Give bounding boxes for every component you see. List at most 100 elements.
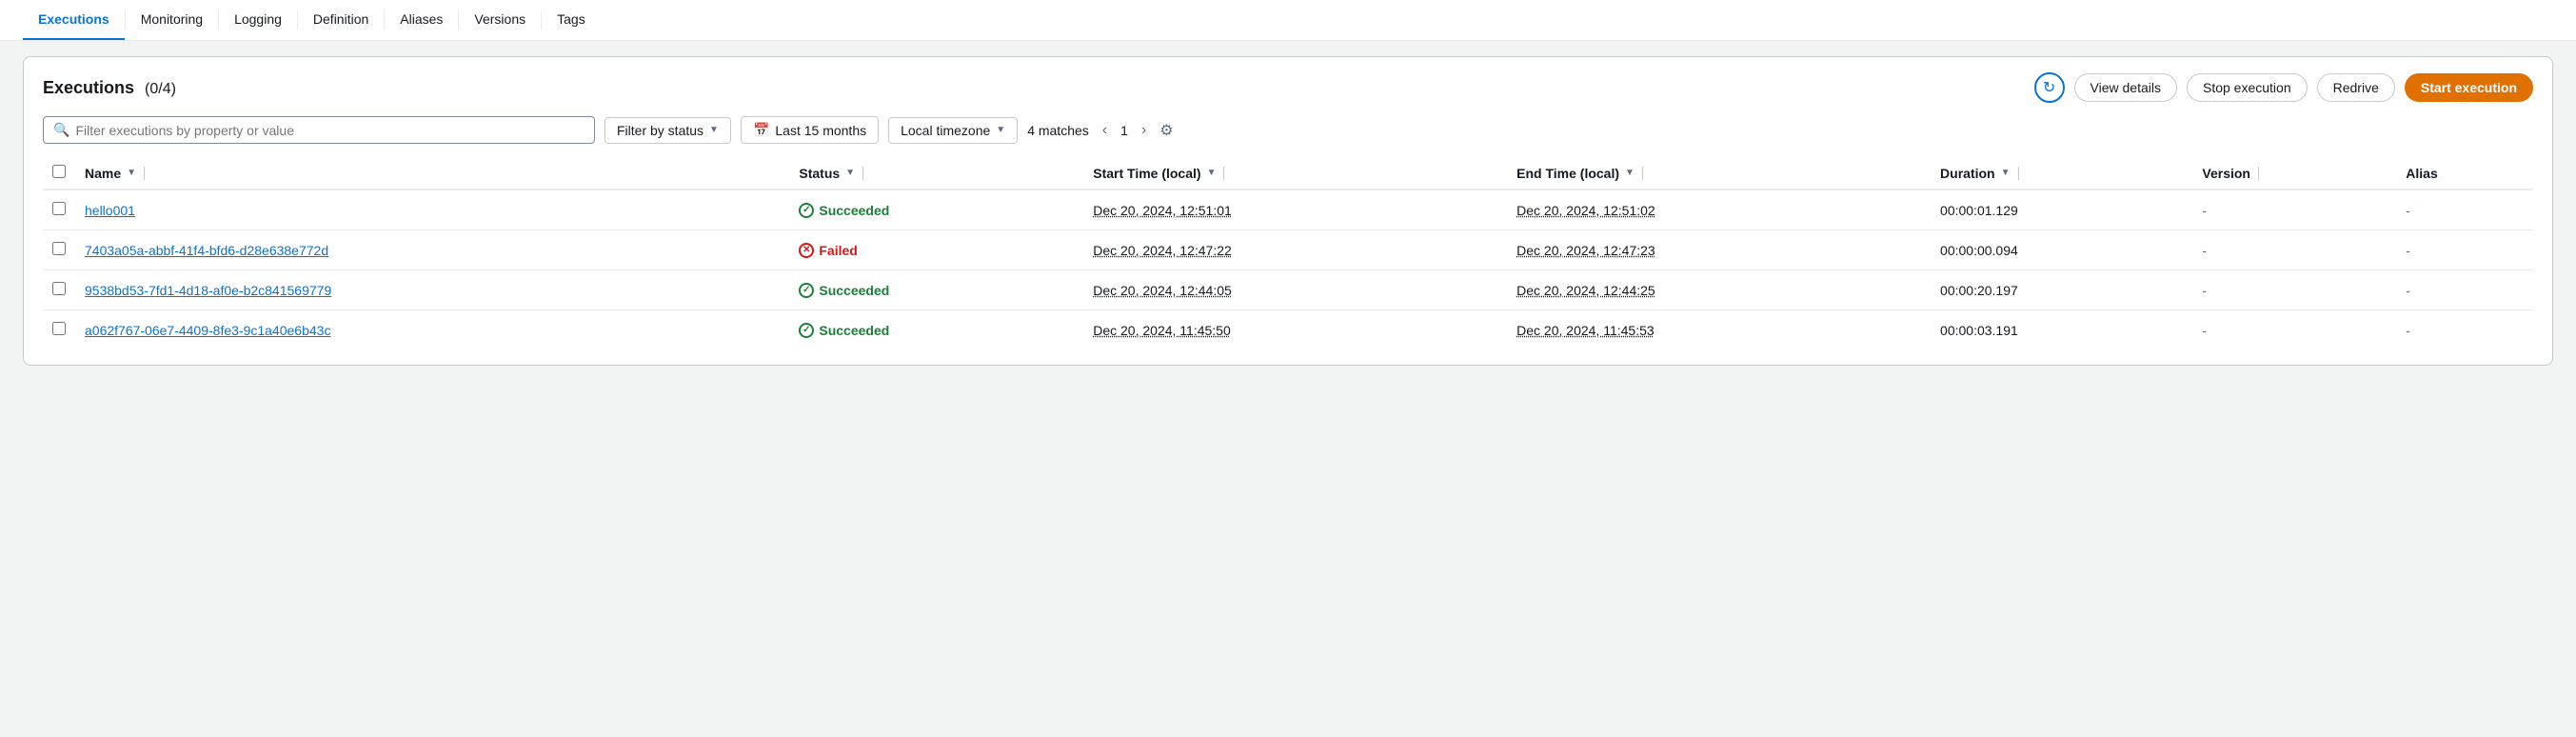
start-time-cell: Dec 20, 2024, 12:51:01 [1083,189,1507,230]
end-time-sort-icon[interactable]: ▼ [1625,168,1635,178]
row-checkbox-2[interactable] [52,282,66,295]
alias-cell: - [2396,270,2533,310]
end-time-cell: Dec 20, 2024, 11:45:53 [1507,310,1931,350]
col-divider-4 [1642,167,1643,180]
filter-row: 🔍 Filter by status ▼ 📅 Last 15 months Lo… [43,116,2533,144]
col-duration: Duration ▼ [1931,157,2192,189]
select-all-checkbox[interactable] [52,165,66,178]
stop-execution-button[interactable]: Stop execution [2187,73,2308,102]
filter-status-caret: ▼ [709,125,719,135]
col-start-time: Start Time (local) ▼ [1083,157,1507,189]
duration-cell: 00:00:01.129 [1931,189,2192,230]
filter-status-dropdown[interactable]: Filter by status ▼ [604,117,731,144]
view-details-button[interactable]: View details [2074,73,2177,102]
table-header: Name ▼ Status ▼ [43,157,2533,189]
tab-executions[interactable]: Executions [23,0,125,40]
duration-sort-icon[interactable]: ▼ [2001,168,2011,178]
end-time-cell: Dec 20, 2024, 12:47:23 [1507,230,1931,270]
start-time-cell: Dec 20, 2024, 12:47:22 [1083,230,1507,270]
panel-count: (0/4) [145,81,176,97]
main-content: Executions (0/4) ↻ View details Stop exe… [0,41,2576,381]
alias-cell: - [2396,189,2533,230]
table-row: hello001✓SucceededDec 20, 2024, 12:51:01… [43,189,2533,230]
refresh-icon: ↻ [2043,78,2055,97]
search-box: 🔍 [43,116,595,144]
tab-tags[interactable]: Tags [542,0,601,40]
end-time-cell: Dec 20, 2024, 12:51:02 [1507,189,1931,230]
success-icon: ✓ [799,203,814,218]
timezone-label: Local timezone [901,123,990,138]
failed-icon: ✕ [799,243,814,258]
col-divider-2 [862,167,863,180]
executions-table-wrap: Name ▼ Status ▼ [43,157,2533,349]
pagination-controls: ‹ 1 › [1099,120,1150,141]
version-cell: - [2192,270,2396,310]
timezone-dropdown[interactable]: Local timezone ▼ [888,117,1018,144]
version-cell: - [2192,230,2396,270]
col-alias: Alias [2396,157,2533,189]
table-row: a062f767-06e7-4409-8fe3-9c1a40e6b43c✓Suc… [43,310,2533,350]
success-icon: ✓ [799,283,814,298]
table-row: 7403a05a-abbf-41f4-bfd6-d28e638e772d✕Fai… [43,230,2533,270]
tab-aliases[interactable]: Aliases [385,0,458,40]
duration-cell: 00:00:00.094 [1931,230,2192,270]
duration-cell: 00:00:03.191 [1931,310,2192,350]
col-divider-5 [2018,167,2019,180]
col-status: Status ▼ [789,157,1083,189]
tab-monitoring[interactable]: Monitoring [126,0,218,40]
timezone-caret: ▼ [996,125,1005,135]
col-divider-3 [1223,167,1224,180]
calendar-icon: 📅 [753,122,769,138]
settings-button[interactable]: ⚙ [1159,121,1173,140]
tab-logging[interactable]: Logging [219,0,297,40]
prev-page-button[interactable]: ‹ [1099,120,1111,141]
execution-name-link[interactable]: hello001 [85,203,135,218]
start-time-cell: Dec 20, 2024, 12:44:05 [1083,270,1507,310]
gear-icon: ⚙ [1159,123,1173,139]
end-time-cell: Dec 20, 2024, 12:44:25 [1507,270,1931,310]
header-actions: ↻ View details Stop execution Redrive St… [2034,72,2533,103]
table-row: 9538bd53-7fd1-4d18-af0e-b2c841569779✓Suc… [43,270,2533,310]
executions-panel: Executions (0/4) ↻ View details Stop exe… [23,56,2553,366]
alias-cell: - [2396,310,2533,350]
refresh-button[interactable]: ↻ [2034,72,2065,103]
name-sort-icon[interactable]: ▼ [127,168,136,178]
col-version: Version [2192,157,2396,189]
row-checkbox-0[interactable] [52,202,66,215]
date-range-dropdown[interactable]: 📅 Last 15 months [741,116,879,144]
col-divider-6 [2258,167,2259,180]
filter-status-label: Filter by status [617,123,703,138]
duration-cell: 00:00:20.197 [1931,270,2192,310]
tab-definition[interactable]: Definition [298,0,384,40]
select-all-header [43,157,75,189]
matches-count: 4 matches [1027,123,1089,138]
panel-title-text: Executions [43,78,134,97]
col-name: Name ▼ [75,157,789,189]
success-icon: ✓ [799,323,814,338]
version-cell: - [2192,310,2396,350]
panel-header: Executions (0/4) ↻ View details Stop exe… [43,72,2533,103]
panel-title-group: Executions (0/4) [43,78,176,98]
panel-title: Executions (0/4) [43,78,176,97]
version-cell: - [2192,189,2396,230]
alias-cell: - [2396,230,2533,270]
next-page-button[interactable]: › [1138,120,1150,141]
start-time-cell: Dec 20, 2024, 11:45:50 [1083,310,1507,350]
table-body: hello001✓SucceededDec 20, 2024, 12:51:01… [43,189,2533,349]
execution-name-link[interactable]: a062f767-06e7-4409-8fe3-9c1a40e6b43c [85,323,330,338]
top-navigation: Executions Monitoring Logging Definition… [0,0,2576,41]
row-checkbox-3[interactable] [52,322,66,335]
start-execution-button[interactable]: Start execution [2405,73,2533,102]
redrive-button[interactable]: Redrive [2317,73,2395,102]
row-checkbox-1[interactable] [52,242,66,255]
execution-name-link[interactable]: 7403a05a-abbf-41f4-bfd6-d28e638e772d [85,243,328,258]
col-end-time: End Time (local) ▼ [1507,157,1931,189]
status-sort-icon[interactable]: ▼ [845,168,855,178]
page-number: 1 [1115,121,1134,140]
tab-versions[interactable]: Versions [459,0,541,40]
search-icon: 🔍 [53,122,69,138]
search-input[interactable] [75,123,585,138]
col-divider-1 [144,167,145,180]
start-time-sort-icon[interactable]: ▼ [1207,168,1217,178]
execution-name-link[interactable]: 9538bd53-7fd1-4d18-af0e-b2c841569779 [85,283,331,298]
